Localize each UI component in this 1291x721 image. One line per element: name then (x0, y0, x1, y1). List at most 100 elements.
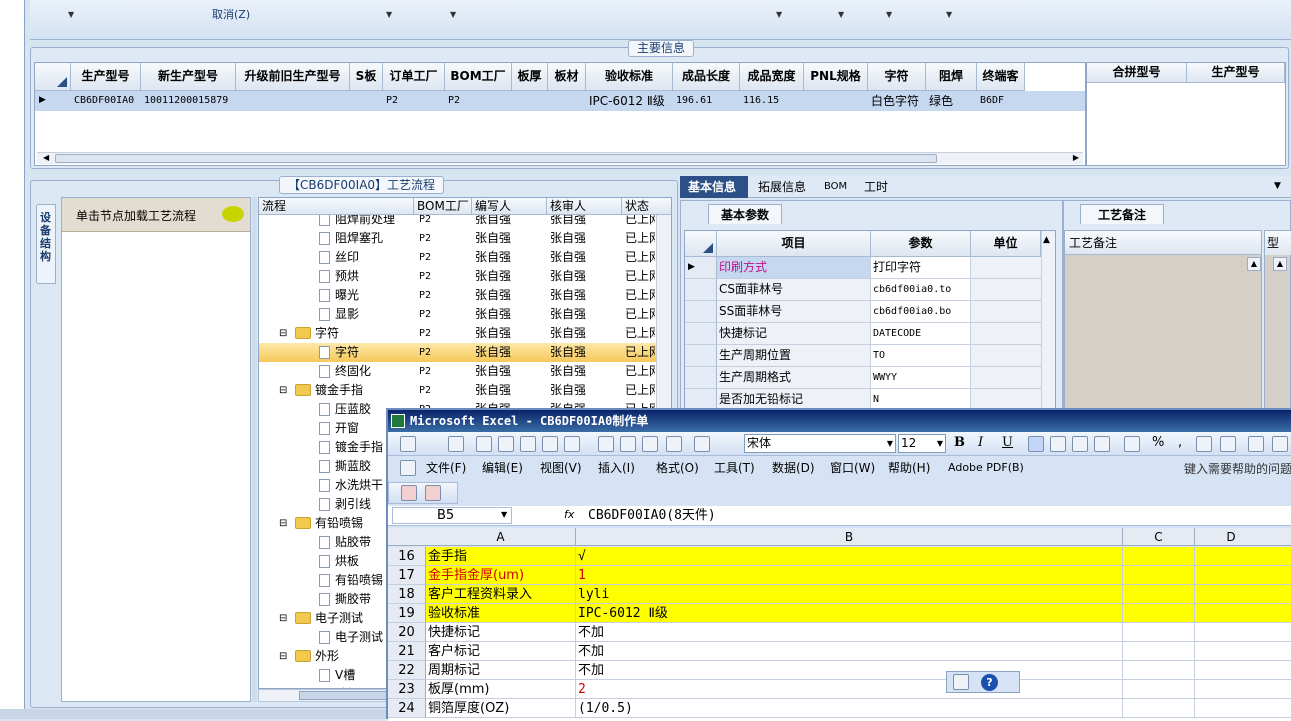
collapse-icon[interactable]: ⊟ (279, 609, 287, 628)
table-row[interactable]: 生产周期格式 WWYY (685, 367, 1041, 389)
collapse-icon[interactable]: ⊟ (279, 514, 287, 533)
tab-dropdown-icon[interactable]: ▼ (1274, 181, 1281, 191)
help-question-input[interactable]: 键入需要帮助的问题 (1184, 459, 1291, 479)
column-header[interactable]: BOM工厂 (445, 63, 512, 91)
cell-d[interactable] (1195, 680, 1291, 699)
tree-node-label[interactable]: 曝光 (335, 286, 409, 305)
col-header-a[interactable]: A (426, 528, 576, 546)
menu-item[interactable]: 格式(O) (656, 458, 699, 478)
menu-item[interactable]: Adobe PDF(B) (948, 458, 1024, 478)
table-cell[interactable]: B6DF (980, 91, 1025, 111)
column-header[interactable]: 字符 (868, 63, 926, 91)
column-header[interactable]: 编写人 (472, 198, 547, 215)
tree-row[interactable]: ⊟ 字符 P2 张自强 张自强 已上网 (259, 324, 659, 343)
bold-icon[interactable]: B (954, 435, 965, 450)
tab-1[interactable]: 拓展信息 (750, 176, 814, 198)
row-number[interactable]: 21 (388, 642, 426, 661)
sheet-row[interactable]: 16 金手指 √ (388, 547, 1291, 566)
scroll-thumb[interactable] (55, 154, 937, 163)
currency-icon[interactable] (1124, 436, 1140, 452)
sheet-row[interactable]: 22 周期标记 不加 (388, 661, 1291, 680)
table-cell[interactable]: 116.15 (743, 91, 804, 111)
font-select[interactable]: 宋体 ▼ (744, 434, 896, 453)
toolbar-icon[interactable] (694, 436, 710, 452)
param-value[interactable]: TO (871, 345, 971, 367)
tree-node-label[interactable]: 镀金手指 (315, 381, 413, 400)
cell-c[interactable] (1123, 699, 1195, 718)
cell-a[interactable]: 客户工程资料录入 (426, 585, 576, 604)
cell-c[interactable] (1123, 566, 1195, 585)
toolbar-icon[interactable] (598, 436, 614, 452)
dropdown-arrow-icon[interactable]: ▼ (838, 10, 844, 19)
column-header[interactable]: 核审人 (547, 198, 622, 215)
process-notes-area[interactable]: 工艺备注 ▲ (1064, 230, 1262, 415)
cell-b[interactable]: IPC-6012 Ⅱ级 (576, 604, 1123, 623)
row-number[interactable]: 22 (388, 661, 426, 680)
cell-c[interactable] (1123, 547, 1195, 566)
menu-item[interactable]: 窗口(W) (830, 458, 875, 478)
decrease-decimal-icon[interactable] (1220, 436, 1236, 452)
keyboard-icon[interactable] (953, 674, 969, 690)
row-selector[interactable] (685, 367, 717, 389)
table-row[interactable]: 生产周期位置 TO (685, 345, 1041, 367)
menu-item[interactable]: 编辑(E) (482, 458, 523, 478)
column-header[interactable]: 合拼型号 (1087, 63, 1187, 83)
row-number[interactable]: 23 (388, 680, 426, 699)
splitter[interactable] (252, 197, 257, 702)
row-number[interactable]: 17 (388, 566, 426, 585)
scroll-right-icon[interactable]: ▶ (1073, 153, 1079, 162)
dropdown-arrow-icon[interactable]: ▼ (450, 10, 456, 19)
align-center-icon[interactable] (1050, 436, 1066, 452)
cell-a[interactable]: 铜箔厚度(OZ) (426, 699, 576, 718)
row-number[interactable]: 20 (388, 623, 426, 642)
cell-b[interactable]: lyli (576, 585, 1123, 604)
tree-row[interactable]: 终固化 P2 张自强 张自强 已上网 (259, 362, 659, 381)
column-header[interactable]: 生产型号 (1187, 63, 1285, 83)
tree-row[interactable]: 预烘 P2 张自强 张自强 已上网 (259, 267, 659, 286)
param-value[interactable]: WWYY (871, 367, 971, 389)
row-number[interactable]: 19 (388, 604, 426, 623)
tree-node-label[interactable]: 阻焊塞孔 (335, 229, 409, 248)
increase-decimal-icon[interactable] (1196, 436, 1212, 452)
row-number[interactable]: 16 (388, 547, 426, 566)
dropdown-arrow-icon[interactable]: ▼ (946, 10, 952, 19)
sheet-row[interactable]: 23 板厚(mm) 2 (388, 680, 1291, 699)
column-header[interactable]: 流程 (259, 198, 414, 215)
row-number[interactable]: 18 (388, 585, 426, 604)
column-header[interactable]: 板材 (548, 63, 586, 91)
indent-icon[interactable] (1248, 436, 1264, 452)
cell-b[interactable]: 不加 (576, 661, 1123, 680)
tree-node-label[interactable]: 终固化 (335, 362, 409, 381)
cell-d[interactable] (1195, 623, 1291, 642)
dropdown-arrow-icon[interactable]: ▼ (68, 10, 74, 19)
column-header[interactable]: PNL规格 (804, 63, 868, 91)
cell-d[interactable] (1195, 604, 1291, 623)
table-cell[interactable]: 白色字符 (871, 91, 926, 111)
param-value[interactable]: DATECODE (871, 323, 971, 345)
toolbar-icon[interactable] (542, 436, 558, 452)
column-header[interactable]: 成品长度 (673, 63, 740, 91)
row-selector[interactable] (685, 301, 717, 323)
cell-d[interactable] (1195, 585, 1291, 604)
outdent-icon[interactable] (1272, 436, 1288, 452)
param-value[interactable]: cb6df00ia0.to (871, 279, 971, 301)
cell-a[interactable]: 周期标记 (426, 661, 576, 680)
hscrollbar[interactable]: ◀ ▶ (37, 152, 1083, 164)
sheet-row[interactable]: 17 金手指金厚(um) 1 (388, 566, 1291, 585)
column-header[interactable]: 状态 (622, 198, 671, 215)
table-cell[interactable]: IPC-6012 Ⅱ级 (589, 91, 673, 111)
table-row[interactable]: 快捷标记 DATECODE (685, 323, 1041, 345)
collapse-icon[interactable]: ⊟ (279, 647, 287, 666)
params-vscrollbar[interactable] (1041, 231, 1055, 414)
process-notes-tab[interactable]: 工艺备注 (1080, 204, 1164, 224)
scroll-left-icon[interactable]: ◀ (43, 153, 49, 162)
row-selector[interactable] (685, 345, 717, 367)
cell-a[interactable]: 快捷标记 (426, 623, 576, 642)
col-header-b[interactable]: B (576, 528, 1123, 546)
tree-row[interactable]: 曝光 P2 张自强 张自强 已上网 (259, 286, 659, 305)
sheet-row[interactable]: 20 快捷标记 不加 (388, 623, 1291, 642)
tree-row[interactable]: 字符 P2 张自强 张自强 已上网 (259, 343, 659, 362)
tree-row[interactable]: ⊟ 镀金手指 P2 张自强 张自强 已上网 (259, 381, 659, 400)
col-header-c[interactable]: C (1123, 528, 1195, 546)
column-header[interactable]: 成品宽度 (740, 63, 804, 91)
